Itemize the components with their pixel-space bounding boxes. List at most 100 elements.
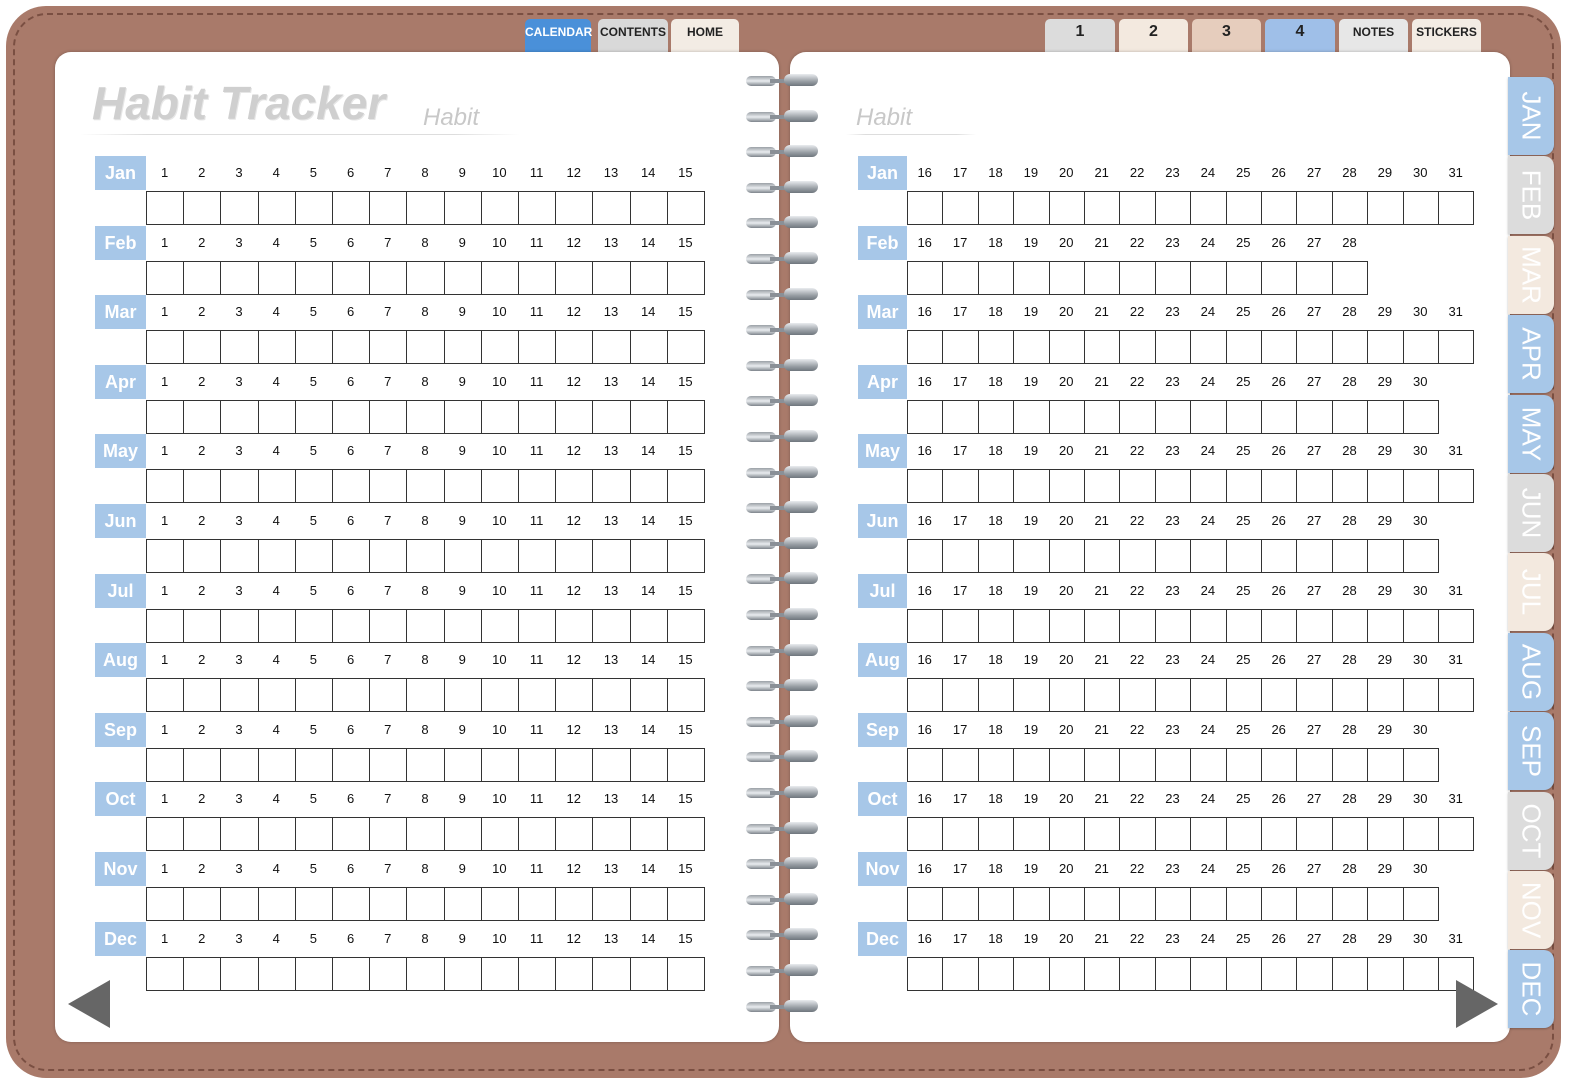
section-tab-notes[interactable]: NOTES: [1339, 19, 1408, 53]
habit-checkbox[interactable]: [443, 399, 482, 434]
habit-checkbox[interactable]: [977, 747, 1015, 782]
habit-checkbox[interactable]: [1367, 956, 1404, 991]
side-tab-nov[interactable]: NOV: [1508, 871, 1554, 949]
habit-checkbox[interactable]: [518, 330, 557, 365]
habit-checkbox[interactable]: [1013, 678, 1050, 713]
habit-checkbox[interactable]: [1261, 399, 1298, 434]
habit-checkbox[interactable]: [518, 747, 557, 782]
habit-checkbox[interactable]: [1438, 678, 1475, 713]
habit-checkbox[interactable]: [1402, 817, 1439, 852]
habit-checkbox[interactable]: [1367, 191, 1404, 225]
section-tab-4[interactable]: 4: [1265, 19, 1335, 53]
habit-checkbox[interactable]: [1048, 260, 1085, 295]
habit-checkbox[interactable]: [1119, 887, 1156, 921]
habit-checkbox[interactable]: [406, 399, 445, 434]
habit-checkbox[interactable]: [220, 608, 259, 643]
habit-checkbox[interactable]: [907, 956, 944, 991]
habit-checkbox[interactable]: [1296, 956, 1333, 991]
habit-checkbox[interactable]: [1048, 747, 1085, 782]
habit-checkbox[interactable]: [1225, 747, 1262, 782]
habit-checkbox[interactable]: [369, 539, 408, 573]
habit-checkbox[interactable]: [1048, 956, 1085, 991]
habit-checkbox[interactable]: [406, 539, 445, 573]
habit-checkbox[interactable]: [1331, 260, 1369, 295]
habit-checkbox[interactable]: [942, 191, 979, 225]
habit-checkbox[interactable]: [518, 817, 557, 852]
side-tab-jan[interactable]: JAN: [1508, 77, 1554, 155]
habit-checkbox[interactable]: [1225, 330, 1262, 365]
habit-checkbox[interactable]: [942, 956, 979, 991]
habit-checkbox[interactable]: [257, 539, 296, 573]
habit-checkbox[interactable]: [942, 539, 979, 573]
habit-checkbox[interactable]: [555, 399, 594, 434]
habit-checkbox[interactable]: [257, 608, 296, 643]
habit-checkbox[interactable]: [1190, 330, 1227, 365]
habit-checkbox[interactable]: [555, 678, 594, 713]
habit-checkbox[interactable]: [518, 191, 557, 225]
habit-checkbox[interactable]: [1402, 539, 1439, 573]
habit-checkbox[interactable]: [592, 260, 631, 295]
habit-checkbox[interactable]: [183, 817, 222, 852]
habit-checkbox[interactable]: [1225, 608, 1262, 643]
habit-checkbox[interactable]: [257, 817, 296, 852]
side-tab-may[interactable]: MAY: [1508, 394, 1554, 473]
habit-checkbox[interactable]: [1084, 887, 1121, 921]
habit-checkbox[interactable]: [146, 887, 185, 921]
habit-checkbox[interactable]: [907, 817, 944, 852]
habit-checkbox[interactable]: [977, 539, 1015, 573]
habit-checkbox[interactable]: [1331, 399, 1369, 434]
habit-checkbox[interactable]: [294, 887, 333, 921]
habit-checkbox[interactable]: [146, 956, 185, 991]
habit-checkbox[interactable]: [183, 956, 222, 991]
habit-checkbox[interactable]: [220, 260, 259, 295]
habit-checkbox[interactable]: [666, 399, 705, 434]
habit-checkbox[interactable]: [1084, 330, 1121, 365]
habit-checkbox[interactable]: [1296, 330, 1333, 365]
habit-checkbox[interactable]: [257, 469, 296, 504]
habit-checkbox[interactable]: [1084, 469, 1121, 504]
habit-checkbox[interactable]: [555, 956, 594, 991]
habit-checkbox[interactable]: [555, 469, 594, 504]
habit-checkbox[interactable]: [332, 399, 371, 434]
habit-checkbox[interactable]: [518, 539, 557, 573]
habit-checkbox[interactable]: [257, 887, 296, 921]
next-page-arrow-icon[interactable]: [1456, 980, 1498, 1028]
habit-checkbox[interactable]: [1438, 608, 1475, 643]
section-tab-2[interactable]: 2: [1119, 19, 1188, 53]
habit-checkbox[interactable]: [555, 608, 594, 643]
habit-checkbox[interactable]: [1331, 956, 1369, 991]
habit-checkbox[interactable]: [257, 956, 296, 991]
habit-checkbox[interactable]: [369, 608, 408, 643]
habit-checkbox[interactable]: [1402, 608, 1439, 643]
side-tab-sep[interactable]: SEP: [1508, 712, 1554, 791]
habit-checkbox[interactable]: [592, 887, 631, 921]
habit-checkbox[interactable]: [183, 747, 222, 782]
habit-checkbox[interactable]: [592, 678, 631, 713]
habit-checkbox[interactable]: [257, 678, 296, 713]
side-tab-apr[interactable]: APR: [1508, 315, 1554, 394]
tab-home[interactable]: HOME: [671, 19, 739, 53]
habit-checkbox[interactable]: [592, 469, 631, 504]
habit-checkbox[interactable]: [1119, 678, 1156, 713]
habit-checkbox[interactable]: [666, 260, 705, 295]
habit-checkbox[interactable]: [1154, 399, 1192, 434]
habit-checkbox[interactable]: [977, 678, 1015, 713]
habit-checkbox[interactable]: [1048, 191, 1085, 225]
habit-checkbox[interactable]: [1048, 330, 1085, 365]
habit-checkbox[interactable]: [1154, 747, 1192, 782]
habit-checkbox[interactable]: [1119, 747, 1156, 782]
habit-checkbox[interactable]: [1296, 678, 1333, 713]
habit-checkbox[interactable]: [1261, 260, 1298, 295]
side-tab-aug[interactable]: AUG: [1508, 632, 1554, 711]
habit-checkbox[interactable]: [1225, 678, 1262, 713]
habit-checkbox[interactable]: [1331, 817, 1369, 852]
habit-checkbox[interactable]: [666, 678, 705, 713]
habit-checkbox[interactable]: [406, 887, 445, 921]
habit-checkbox[interactable]: [1261, 678, 1298, 713]
habit-checkbox[interactable]: [666, 191, 705, 225]
habit-checkbox[interactable]: [1331, 539, 1369, 573]
habit-checkbox[interactable]: [443, 608, 482, 643]
habit-checkbox[interactable]: [369, 399, 408, 434]
habit-checkbox[interactable]: [1331, 887, 1369, 921]
habit-checkbox[interactable]: [480, 399, 519, 434]
